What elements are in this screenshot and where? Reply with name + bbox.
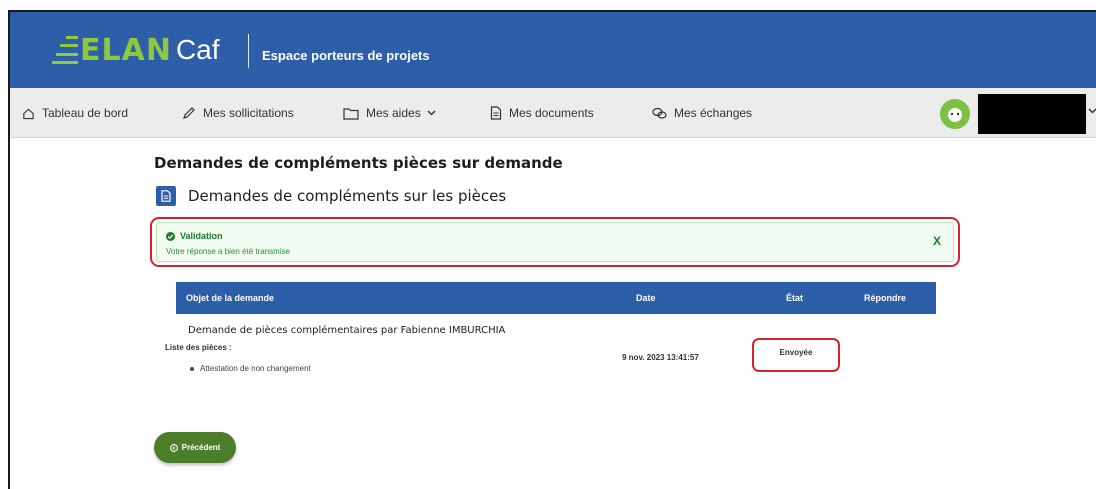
app-frame: ELAN Caf Espace porteurs de projets Tabl… [8,10,1096,489]
nav-item-mes-documents[interactable]: Mes documents [490,88,594,138]
nav-item-label: Mes sollicitations [203,106,294,120]
elan-caf-logo[interactable]: ELAN Caf [52,24,220,68]
main-nav: Tableau de bord Mes sollicitations Mes a… [10,88,1096,138]
column-header-objet: Objet de la demande [186,293,275,303]
chat-icon [652,107,667,119]
document-icon [156,186,176,206]
nav-item-tableau-de-bord[interactable]: Tableau de bord [22,88,128,138]
document-icon [490,106,502,120]
home-icon [23,108,34,119]
alert-highlight-annotation [150,217,960,267]
state-highlight-annotation [752,338,840,372]
user-avatar[interactable] [940,99,970,129]
nav-item-mes-echanges[interactable]: Mes échanges [652,88,752,138]
pen-icon [183,107,195,119]
nav-item-mes-sollicitations[interactable]: Mes sollicitations [182,88,294,138]
list-item: Attestation de non changement [190,364,311,373]
pieces-list-label: Liste des pièces : [165,343,232,352]
nav-item-mes-aides[interactable]: Mes aides [343,88,436,138]
folder-icon [343,107,359,120]
section-header: Demandes de compléments sur les pièces [156,186,506,206]
previous-button[interactable]: Précédent [154,432,236,463]
previous-button-label: Précédent [181,443,221,452]
user-menu-chevron-icon[interactable] [1088,108,1096,114]
column-header-etat: État [786,293,804,303]
user-name-redacted[interactable] [978,94,1086,134]
section-title: Demandes de compléments sur les pièces [188,187,507,205]
nav-item-label: Mes aides [366,106,421,120]
nav-item-label: Mes échanges [674,106,753,120]
header-title: Espace porteurs de projets [262,48,430,63]
column-header-repondre: Répondre [864,293,907,303]
request-title: Demande de pièces complémentaires par Fa… [188,325,506,336]
app-header: ELAN Caf Espace porteurs de projets [10,12,1096,88]
nav-item-label: Mes documents [509,106,594,120]
page-title: Demandes de compléments pièces sur deman… [154,154,563,172]
nav-item-label: Tableau de bord [42,106,129,120]
logo-elan-text: ELAN [80,33,172,68]
logo-caf-text: Caf [175,34,220,65]
requests-table-header: Objet de la demande Date État Répondre [176,282,936,314]
avatar-icon [940,99,970,129]
column-header-date: Date [636,293,656,303]
logo-stripes-icon [52,36,78,64]
header-divider [248,34,249,68]
request-date: 9 nov. 2023 13:41:57 [622,353,699,362]
back-circle-icon [169,443,178,452]
chevron-down-icon [427,110,436,116]
